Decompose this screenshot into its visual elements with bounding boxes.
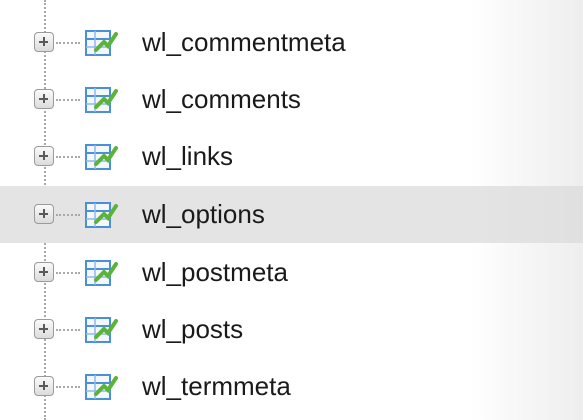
table-icon — [85, 374, 118, 400]
tree-item-wl-links[interactable]: wl_links — [0, 128, 583, 185]
table-icon — [85, 144, 118, 170]
tree-item-wl-postmeta[interactable]: wl_postmeta — [0, 244, 583, 301]
table-name-label: wl_termmeta — [142, 371, 291, 401]
table-name-label: wl_postmeta — [142, 257, 288, 287]
table-name-label: wl_links — [142, 141, 234, 171]
table-name-label: wl_commentmeta — [142, 27, 346, 57]
tree-item-wl-options[interactable]: wl_options — [0, 186, 583, 243]
tree-connector — [56, 386, 80, 388]
expand-plus-icon[interactable] — [34, 319, 54, 339]
expand-plus-icon[interactable] — [34, 376, 54, 396]
tree-connector — [56, 214, 80, 216]
tree-item-wl-commentmeta[interactable]: wl_commentmeta — [0, 14, 583, 71]
table-name-label: wl_posts — [142, 314, 244, 344]
table-name-label: wl_comments — [142, 84, 301, 114]
tree-item-wl-comments[interactable]: wl_comments — [0, 71, 583, 128]
table-icon — [85, 202, 118, 228]
expand-plus-icon[interactable] — [34, 89, 54, 109]
table-tree: wl_commentmeta wl_comments wl_links wl_o… — [0, 0, 583, 420]
table-name-label: wl_options — [142, 199, 265, 229]
tree-connector — [56, 42, 80, 44]
expand-plus-icon[interactable] — [34, 32, 54, 52]
tree-item-wl-posts[interactable]: wl_posts — [0, 301, 583, 358]
expand-plus-icon[interactable] — [34, 204, 54, 224]
table-icon — [85, 317, 118, 343]
tree-connector — [56, 156, 80, 158]
expand-plus-icon[interactable] — [34, 146, 54, 166]
expand-plus-icon[interactable] — [34, 262, 54, 282]
table-icon — [85, 87, 118, 113]
tree-item-wl-termmeta[interactable]: wl_termmeta — [0, 358, 583, 415]
tree-connector — [56, 99, 80, 101]
database-tree-panel: wl_commentmeta wl_comments wl_links wl_o… — [0, 0, 583, 420]
tree-connector — [56, 329, 80, 331]
table-icon — [85, 30, 118, 56]
tree-connector — [56, 272, 80, 274]
table-icon — [85, 260, 118, 286]
